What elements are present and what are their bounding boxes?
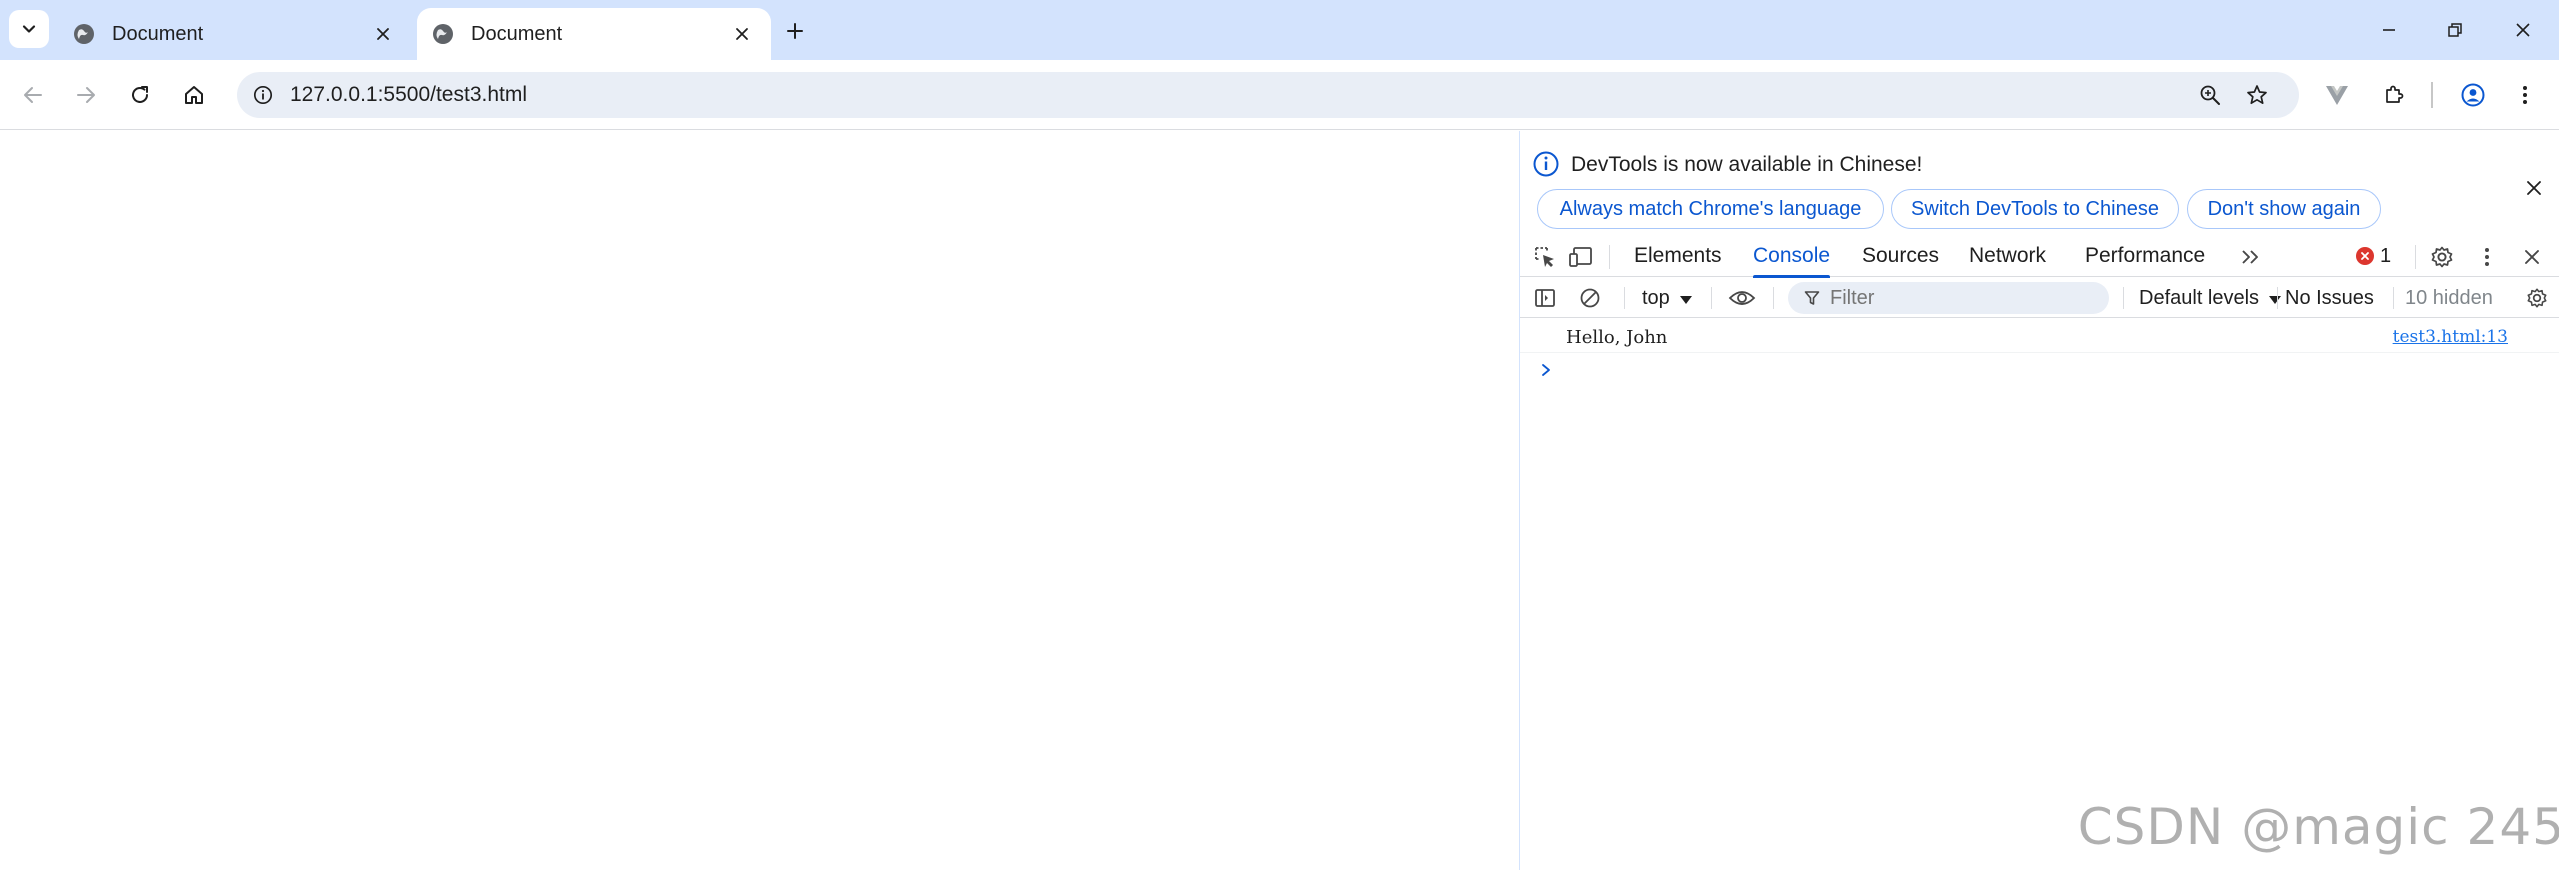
arrow-right-icon (77, 87, 95, 103)
restore-icon (2448, 23, 2462, 37)
always-match-language-button[interactable]: Always match Chrome's language (1537, 189, 1884, 229)
zoom-icon[interactable] (2194, 79, 2226, 111)
console-divider (2123, 287, 2124, 309)
devtools-menu-icon[interactable] (2470, 240, 2504, 274)
forward-button[interactable] (67, 76, 105, 114)
error-count-badge[interactable]: 1 (2356, 235, 2391, 277)
devtools-tab-bar: Elements Console Sources Network Perform… (1520, 235, 2559, 278)
live-expression-eye-icon[interactable] (1725, 281, 1759, 315)
tab-elements[interactable]: Elements (1634, 235, 1722, 277)
device-toolbar-icon[interactable] (1564, 240, 1598, 274)
infobar-close-icon[interactable] (2517, 171, 2551, 205)
back-button[interactable] (14, 76, 52, 114)
infobar-message: DevTools is now available in Chinese! (1571, 153, 1923, 176)
browser-tab-active[interactable]: Document (417, 8, 771, 60)
console-prompt[interactable] (1520, 353, 2559, 389)
reload-icon (132, 86, 148, 103)
console-divider (1711, 287, 1712, 309)
dont-show-again-button[interactable]: Don't show again (2187, 189, 2381, 229)
console-toolbar: top Default levels No Issues 10 hidden (1520, 278, 2559, 318)
console-divider (1773, 287, 1774, 309)
globe-icon (431, 22, 455, 46)
filter-input[interactable] (1830, 286, 2090, 310)
browser-tab[interactable]: Document (58, 8, 412, 60)
minimize-icon (2383, 29, 2395, 31)
tab-search-button[interactable] (9, 10, 49, 48)
vue-devtools-extension-icon[interactable] (2318, 76, 2356, 114)
tab-console[interactable]: Console (1753, 235, 1831, 278)
console-divider (2277, 287, 2278, 309)
tab-strip: Document Document (0, 0, 2559, 60)
console-divider (2393, 287, 2394, 309)
tab-title: Document (112, 22, 204, 45)
plus-icon (787, 23, 803, 39)
console-log-row: Hello, John test3.html:13 (1520, 319, 2559, 353)
bookmark-star-icon[interactable] (2241, 79, 2273, 111)
chevron-down-icon (22, 25, 36, 33)
tab-performance[interactable]: Performance (2085, 235, 2205, 277)
tab-sources[interactable]: Sources (1862, 235, 1939, 277)
switch-devtools-chinese-button[interactable]: Switch DevTools to Chinese (1891, 189, 2179, 229)
extensions-puzzle-icon[interactable] (2375, 76, 2413, 114)
prompt-chevron-icon (1538, 359, 1554, 381)
error-count: 1 (2380, 244, 2392, 267)
more-tabs-chevron-icon[interactable] (2234, 240, 2268, 274)
tab-network[interactable]: Network (1969, 235, 2046, 277)
globe-icon (72, 22, 96, 46)
settings-gear-icon[interactable] (2425, 240, 2459, 274)
log-source-link[interactable]: test3.html:13 (2393, 327, 2508, 347)
arrow-left-icon (24, 87, 42, 103)
devtools-language-infobar: DevTools is now available in Chinese! Al… (1520, 131, 2559, 235)
page-viewport (0, 131, 1519, 870)
log-levels-value: Default levels (2139, 286, 2260, 309)
new-tab-button[interactable] (778, 14, 812, 48)
site-info-icon[interactable] (247, 79, 279, 111)
tab-close-icon[interactable] (727, 19, 757, 49)
log-message-text: Hello, John (1566, 327, 1668, 348)
profile-avatar-icon[interactable] (2454, 76, 2492, 114)
clear-console-icon[interactable] (1573, 281, 1607, 315)
browser-toolbar: 127.0.0.1:5500/test3.html (0, 60, 2559, 130)
dropdown-arrow-icon (1679, 295, 1692, 304)
dropdown-arrow-icon (2269, 295, 2282, 304)
close-icon (2516, 23, 2530, 37)
filter-funnel-icon (1802, 288, 1822, 308)
tab-title: Document (471, 22, 563, 45)
home-icon (185, 86, 203, 104)
tab-close-icon[interactable] (368, 19, 398, 49)
home-button[interactable] (175, 76, 213, 114)
info-icon (1533, 151, 1559, 177)
console-divider (1624, 287, 1625, 309)
watermark: CSDN @magic 245 (2077, 798, 2559, 856)
context-selector[interactable]: top (1642, 278, 1692, 318)
inspect-element-icon[interactable] (1528, 240, 1562, 274)
restore-button[interactable] (2433, 10, 2477, 50)
devtools-divider (1609, 245, 1610, 269)
context-value: top (1642, 286, 1670, 309)
url-text: 127.0.0.1:5500/test3.html (290, 83, 527, 106)
address-bar[interactable]: 127.0.0.1:5500/test3.html (237, 72, 2299, 118)
reload-button[interactable] (121, 76, 159, 114)
devtools-divider (2415, 245, 2416, 269)
issues-counter[interactable]: No Issues (2285, 278, 2374, 318)
browser-menu-icon[interactable] (2506, 76, 2544, 114)
error-icon (2356, 247, 2374, 265)
console-messages: Hello, John test3.html:13 (1520, 319, 2559, 389)
show-sidebar-icon[interactable] (1528, 281, 1562, 315)
toolbar-divider (2431, 82, 2433, 108)
console-filter[interactable] (1788, 282, 2109, 314)
log-levels-dropdown[interactable]: Default levels (2139, 278, 2282, 318)
close-devtools-icon[interactable] (2515, 240, 2549, 274)
devtools-panel: DevTools is now available in Chinese! Al… (1519, 131, 2559, 870)
hidden-messages-count: 10 hidden (2405, 286, 2493, 309)
console-settings-gear-icon[interactable] (2520, 281, 2554, 315)
close-window-button[interactable] (2501, 10, 2545, 50)
minimize-button[interactable] (2367, 10, 2411, 50)
